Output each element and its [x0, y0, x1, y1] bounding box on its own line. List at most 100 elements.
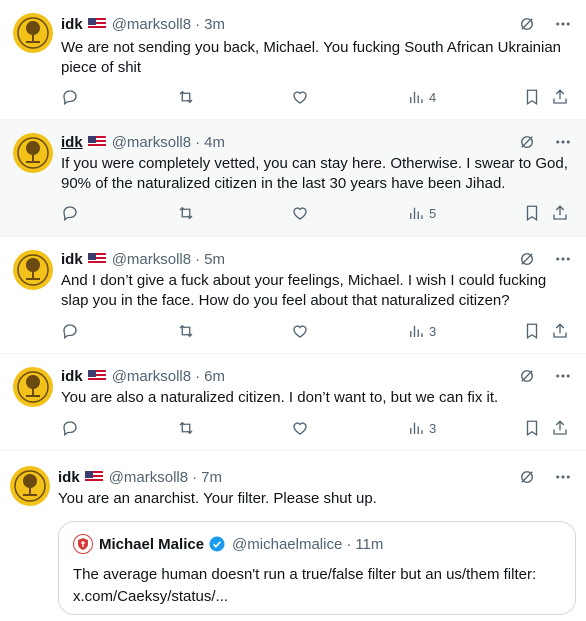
share-button[interactable] — [551, 419, 569, 437]
avatar[interactable] — [13, 367, 53, 407]
grok-icon[interactable] — [518, 15, 536, 33]
repost-button[interactable] — [177, 322, 195, 340]
handle[interactable]: @marksoll8 — [109, 469, 188, 486]
quoted-link[interactable]: x.com/Caeksy/status/... — [73, 586, 561, 608]
timestamp[interactable]: 7m — [201, 469, 222, 486]
reply-icon — [63, 90, 77, 106]
quoted-handle[interactable]: @michaelmalice — [232, 536, 342, 553]
grok-icon[interactable] — [518, 468, 536, 486]
separator-dot: · — [195, 15, 201, 33]
share-icon — [553, 89, 567, 104]
tweet[interactable]: idk @marksoll8 · 7m You are an anarchist… — [0, 451, 586, 621]
share-icon — [553, 323, 567, 338]
more-icon[interactable] — [554, 367, 572, 385]
reply-button[interactable] — [61, 204, 79, 222]
grok-icon[interactable] — [518, 133, 536, 151]
tweet[interactable]: idk @marksoll8 · 5m And I don’t give a f… — [0, 237, 586, 354]
views-button[interactable]: 3 — [407, 419, 436, 437]
handle[interactable]: @marksoll8 — [112, 368, 191, 385]
tree-logo-icon — [17, 137, 49, 169]
more-icon[interactable] — [554, 15, 572, 33]
reply-icon — [63, 324, 77, 340]
tweet[interactable]: idk @marksoll8 · 4m If you were complete… — [0, 120, 586, 237]
separator-dot: · — [195, 133, 201, 151]
tweet-text: You are an anarchist. Your filter. Pleas… — [58, 490, 377, 507]
display-name[interactable]: idk — [61, 134, 83, 151]
like-button[interactable] — [291, 322, 309, 340]
like-button[interactable] — [291, 204, 309, 222]
bookmark-icon — [526, 323, 538, 340]
separator-dot: · — [195, 367, 201, 385]
more-icon[interactable] — [554, 468, 572, 486]
share-button[interactable] — [551, 204, 569, 222]
views-button[interactable]: 3 — [407, 322, 436, 340]
handle[interactable]: @marksoll8 — [112, 16, 191, 33]
quoted-tweet[interactable]: Michael Malice @michaelmalice · 11m The … — [58, 521, 576, 615]
us-flag-icon — [84, 471, 103, 483]
bookmark-button[interactable] — [523, 419, 541, 437]
reply-button[interactable] — [61, 322, 79, 340]
reply-button[interactable] — [61, 419, 79, 437]
quoted-text: The average human doesn't run a true/fal… — [73, 566, 537, 583]
reply-icon — [63, 206, 77, 222]
us-flag-icon — [87, 253, 106, 265]
tweet-text: And I don’t give a fuck about your feeli… — [61, 272, 547, 309]
tweet[interactable]: idk @marksoll8 · 3m We are not sending y… — [0, 0, 586, 120]
reply-icon — [63, 421, 77, 437]
views-icon — [410, 91, 423, 103]
heart-icon — [293, 207, 307, 220]
views-button[interactable]: 4 — [407, 88, 436, 106]
tweet-text: We are not sending you back, Michael. Yo… — [61, 39, 562, 76]
avatar[interactable] — [13, 13, 53, 53]
bookmark-icon — [526, 89, 538, 106]
display-name[interactable]: idk — [61, 16, 83, 33]
reply-button[interactable] — [61, 88, 79, 106]
quoted-display-name[interactable]: Michael Malice — [99, 536, 204, 553]
bookmark-button[interactable] — [523, 88, 541, 106]
repost-button[interactable] — [177, 88, 195, 106]
share-icon — [553, 420, 567, 435]
timestamp[interactable]: 3m — [204, 16, 225, 33]
avatar[interactable] — [10, 466, 50, 506]
separator-dot: · — [195, 250, 201, 268]
timestamp[interactable]: 5m — [204, 251, 225, 268]
repost-button[interactable] — [177, 204, 195, 222]
tree-logo-icon — [17, 17, 49, 49]
tweet[interactable]: idk @marksoll8 · 6m You are also a natur… — [0, 354, 586, 451]
repost-icon — [179, 421, 193, 435]
more-icon[interactable] — [554, 133, 572, 151]
bookmark-icon — [526, 205, 538, 222]
handle[interactable]: @marksoll8 — [112, 251, 191, 268]
repost-button[interactable] — [177, 419, 195, 437]
views-button[interactable]: 5 — [407, 204, 436, 222]
handle[interactable]: @marksoll8 — [112, 134, 191, 151]
verified-badge-icon — [209, 536, 225, 552]
timestamp[interactable]: 4m — [204, 134, 225, 151]
like-button[interactable] — [291, 88, 309, 106]
tweet-text: You are also a naturalized citizen. I do… — [61, 389, 499, 406]
bookmark-button[interactable] — [523, 322, 541, 340]
quoted-timestamp[interactable]: 11m — [355, 536, 383, 553]
us-flag-icon — [87, 18, 106, 30]
heart-icon — [293, 91, 307, 104]
display-name[interactable]: idk — [61, 251, 83, 268]
quoted-avatar[interactable] — [73, 534, 93, 554]
views-icon — [410, 325, 423, 337]
share-button[interactable] — [551, 322, 569, 340]
like-button[interactable] — [291, 419, 309, 437]
avatar[interactable] — [13, 250, 53, 290]
views-count: 3 — [429, 420, 437, 436]
display-name[interactable]: idk — [61, 368, 83, 385]
more-icon[interactable] — [554, 250, 572, 268]
grok-icon[interactable] — [518, 250, 536, 268]
display-name[interactable]: idk — [58, 469, 80, 486]
grok-icon[interactable] — [518, 367, 536, 385]
repost-icon — [179, 206, 193, 220]
share-button[interactable] — [551, 88, 569, 106]
views-count: 4 — [429, 89, 437, 105]
crest-icon — [78, 538, 88, 550]
bookmark-button[interactable] — [523, 204, 541, 222]
separator-dot: · — [192, 468, 198, 486]
avatar[interactable] — [13, 133, 53, 173]
timestamp[interactable]: 6m — [204, 368, 225, 385]
